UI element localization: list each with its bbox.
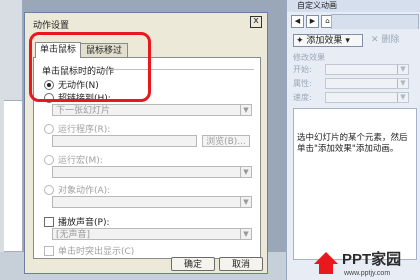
radio-icon[interactable] <box>44 184 54 195</box>
checkbox-icon[interactable] <box>44 245 54 256</box>
hyperlink-value: 下一张幻灯片 <box>56 106 111 116</box>
speed-label: 速度: <box>293 93 312 102</box>
highlight-click-label: 单击时突出显示(C) <box>58 247 135 257</box>
radio-icon[interactable] <box>44 154 54 165</box>
modify-section-label: 修改效果 <box>293 53 325 62</box>
object-action-label: 对象动作(A): <box>58 186 111 196</box>
chevron-down-icon[interactable]: ▼ <box>240 229 251 239</box>
slide-canvas <box>4 100 23 252</box>
start-label: 开始: <box>293 65 312 74</box>
pane-title: 自定义动画 <box>287 0 420 12</box>
remove-label: 删除 <box>381 35 400 45</box>
pane-navigation: ◀ ▶ ⌂ <box>291 15 334 28</box>
tab-mouse-click[interactable]: 单击鼠标 <box>35 42 81 58</box>
remove-button[interactable]: ✕ 删除 <box>371 34 415 47</box>
add-effect-button[interactable]: ✦ 添加效果 ▾ <box>293 34 363 47</box>
animation-list[interactable]: 选中幻灯片的某个元素，然后单击"添加效果"添加动画。 <box>293 108 417 260</box>
forward-icon[interactable]: ▶ <box>306 15 319 28</box>
property-label: 属性: <box>293 79 312 88</box>
radio-run-macro[interactable]: 运行宏(M): <box>44 153 103 166</box>
radio-object-action[interactable]: 对象动作(A): <box>44 183 110 196</box>
play-sound-label: 播放声音(P): <box>58 218 110 228</box>
sound-value: [无声音] <box>56 230 91 240</box>
chevron-down-icon: ▾ <box>345 36 350 46</box>
program-path-input[interactable] <box>52 135 197 147</box>
star-icon: ✦ <box>296 36 304 46</box>
sound-select[interactable]: [无声音] ▼ <box>52 228 252 240</box>
highlight-click-checkbox[interactable]: 单击时突出显示(C) <box>44 244 134 257</box>
radio-run-program[interactable]: 运行程序(R): <box>44 122 110 135</box>
radio-icon[interactable] <box>44 123 54 134</box>
chevron-down-icon[interactable]: ▼ <box>240 167 251 177</box>
chevron-down-icon[interactable]: ▼ <box>397 93 408 102</box>
chevron-down-icon[interactable]: ▼ <box>397 79 408 88</box>
ok-button[interactable]: 确定 <box>171 257 215 271</box>
custom-animation-pane: 自定义动画 ◀ ▶ ⌂ ✦ 添加效果 ▾ ✕ 删除 修改效果 开始: ▼ 属性:… <box>286 0 420 280</box>
chevron-down-icon[interactable]: ▼ <box>397 65 408 74</box>
macro-select[interactable]: ▼ <box>52 166 252 178</box>
house-logo-body <box>319 264 333 274</box>
logo-url: www.pptjy.com <box>343 270 390 277</box>
run-macro-label: 运行宏(M): <box>58 156 103 166</box>
checkbox-icon[interactable] <box>44 216 54 227</box>
add-effect-label: 添加效果 <box>306 36 343 46</box>
remove-icon: ✕ <box>371 35 379 45</box>
hyperlink-select[interactable]: 下一张幻灯片 ▼ <box>52 104 252 116</box>
cancel-button[interactable]: 取消 <box>219 257 263 271</box>
house-logo-icon <box>314 252 338 264</box>
logo-text: PPT家园 <box>342 250 401 268</box>
run-program-label: 运行程序(R): <box>58 125 111 135</box>
browse-button[interactable]: 浏览(B)... <box>202 135 250 147</box>
dialog-title: 动作设置 <box>33 21 70 31</box>
chevron-down-icon[interactable]: ▼ <box>240 197 251 207</box>
start-select[interactable]: ▼ <box>325 64 409 75</box>
play-sound-checkbox[interactable]: 播放声音(P): <box>44 215 109 228</box>
back-icon[interactable]: ◀ <box>291 15 304 28</box>
property-select[interactable]: ▼ <box>325 78 409 89</box>
pane-header-bar <box>331 14 419 29</box>
pane-hint-text: 选中幻灯片的某个元素，然后单击"添加效果"添加动画。 <box>297 133 408 154</box>
object-action-select[interactable]: ▼ <box>52 196 252 208</box>
speed-select[interactable]: ▼ <box>325 92 409 103</box>
slide-edge <box>0 0 23 280</box>
close-icon[interactable]: x <box>250 16 262 28</box>
pptjy-logo: PPT家园 www.pptjy.com <box>314 250 401 277</box>
chevron-down-icon[interactable]: ▼ <box>240 105 251 115</box>
